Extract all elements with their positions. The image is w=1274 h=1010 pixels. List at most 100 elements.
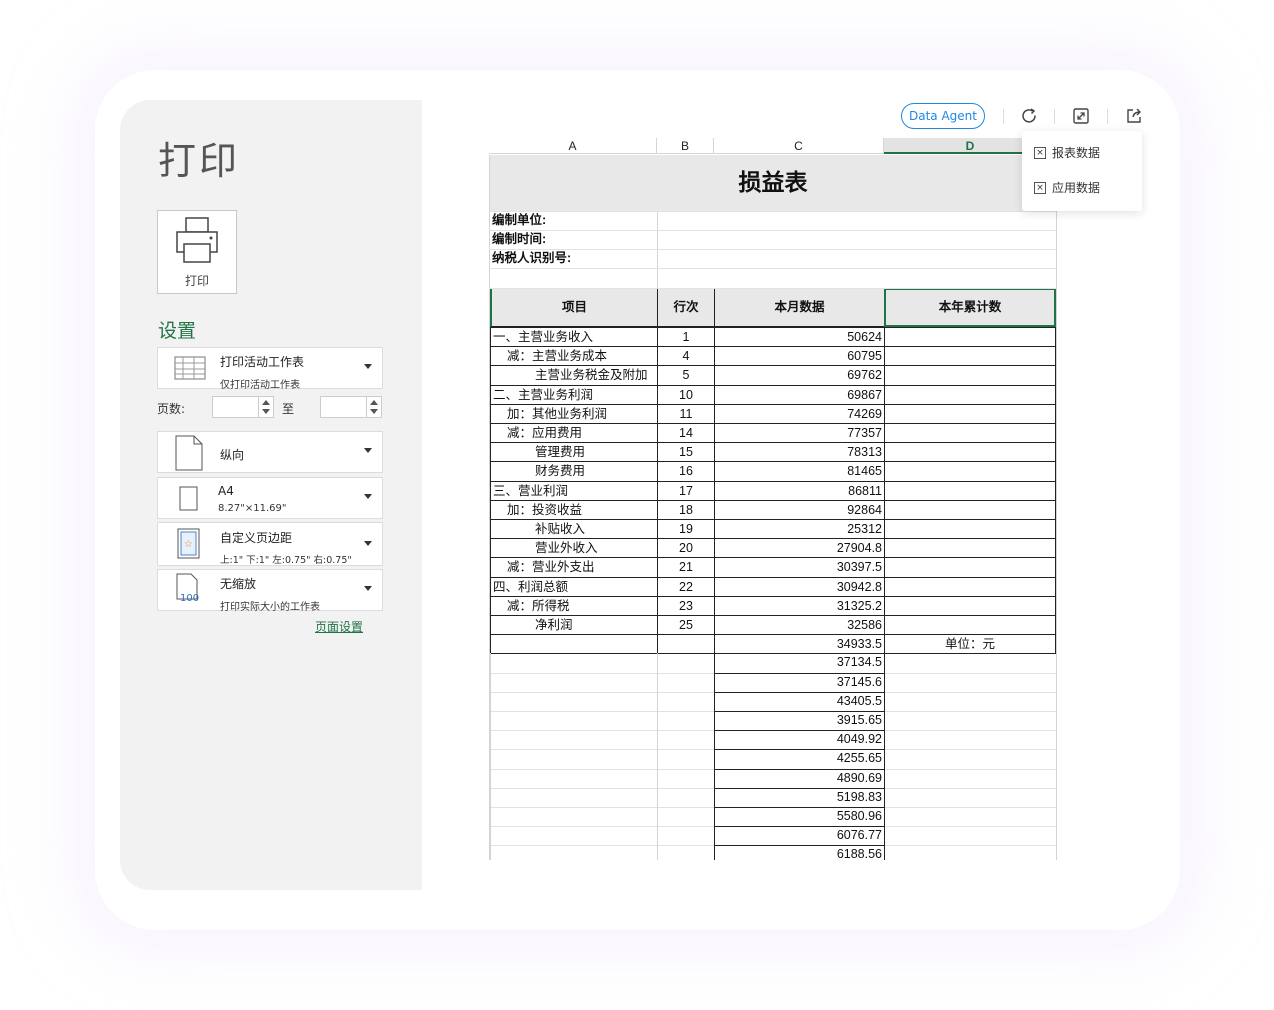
data-agent-button[interactable]: Data Agent <box>901 103 985 129</box>
row-item: 加：其他业务利润 <box>490 403 658 424</box>
row-ytd <box>884 538 1056 559</box>
row-line: 20 <box>657 538 715 559</box>
menu-item-report-data[interactable]: × 报表数据 <box>1034 144 1100 162</box>
expand-icon[interactable] <box>1071 106 1091 126</box>
paper-size-select[interactable]: A4 8.27"×11.69" <box>157 477 383 519</box>
pages-from-stepper[interactable] <box>212 396 274 418</box>
orientation-select[interactable]: 纵向 <box>157 431 383 473</box>
page-setup-link[interactable]: 页面设置 <box>315 618 363 635</box>
share-icon[interactable] <box>1124 106 1144 126</box>
column-header-b[interactable]: B <box>657 138 714 154</box>
row-month: 50624 <box>714 327 885 348</box>
gridline <box>489 787 714 789</box>
margins-select[interactable]: ☆ 自定义页边距 上:1" 下:1" 左:0.75" 右:0.75" <box>157 522 383 566</box>
column-header-c[interactable]: C <box>714 138 884 154</box>
stepper-up-icon[interactable] <box>370 400 378 405</box>
gridline <box>490 653 491 860</box>
row-ytd <box>884 327 1056 348</box>
chevron-down-icon <box>364 494 372 499</box>
gridline <box>884 711 1056 712</box>
row-ytd <box>884 519 1056 540</box>
chevron-down-icon <box>364 448 372 453</box>
extra-value: 3915.65 <box>714 711 885 732</box>
row-item: 主营业务税金及附加 <box>490 365 658 386</box>
settings-heading: 设置 <box>158 320 197 342</box>
row-ytd <box>884 615 1056 636</box>
pages-row: 页数: 至 <box>157 395 387 421</box>
pages-to-stepper[interactable] <box>320 396 382 418</box>
toolbar-divider <box>1054 109 1055 124</box>
row-item: 减：营业外支出 <box>490 557 658 578</box>
scaling-select[interactable]: 100 无缩放 打印实际大小的工作表 <box>157 569 383 613</box>
row-ytd <box>884 461 1056 482</box>
refresh-icon[interactable] <box>1019 106 1039 126</box>
row-ytd <box>884 480 1056 501</box>
menu-item-label: 报表数据 <box>1052 146 1101 160</box>
paper-title: A4 <box>218 484 234 498</box>
scaling-subtitle: 打印实际大小的工作表 <box>220 602 320 613</box>
row-item: 加：投资收益 <box>490 499 658 520</box>
row-ytd <box>884 423 1056 444</box>
scaling-icon-text: 100 <box>180 593 200 604</box>
margins-subtitle: 上:1" 下:1" 左:0.75" 右:0.75" <box>220 555 352 566</box>
chevron-down-icon <box>364 541 372 546</box>
gridline <box>884 749 1056 751</box>
gridline <box>884 691 1056 693</box>
row-month: 27904.8 <box>714 538 885 559</box>
row-line: 25 <box>657 615 715 636</box>
row-ytd <box>884 557 1056 578</box>
row-item: 补贴收入 <box>490 519 658 540</box>
menu-item-app-data[interactable]: × 应用数据 <box>1034 179 1100 197</box>
gridline <box>489 249 1056 250</box>
row-month: 81465 <box>714 461 885 482</box>
row-ytd <box>884 403 1056 424</box>
gridline <box>489 211 1056 212</box>
excel-file-icon: × <box>1034 181 1046 194</box>
row-item: 营业外收入 <box>490 538 658 559</box>
unit-row-line <box>657 634 715 655</box>
header-item: 项目 <box>490 288 658 327</box>
sheet-preview: A B C D 损益表 编制单位: 编制时间: 纳税人识别号: 项目 行次 本月… <box>489 138 1155 860</box>
row-ytd <box>884 499 1056 520</box>
row-item: 财务费用 <box>490 461 658 482</box>
print-range-select[interactable]: 打印活动工作表 仅打印活动工作表 <box>157 347 383 391</box>
row-item: 减：主营业务成本 <box>490 346 658 367</box>
row-ytd <box>884 384 1056 405</box>
gridline <box>1056 155 1057 860</box>
row-month: 30397.5 <box>714 557 885 578</box>
row-line: 18 <box>657 499 715 520</box>
gridline <box>884 845 1056 847</box>
row-line: 1 <box>657 327 715 348</box>
extra-value: 4049.92 <box>714 730 885 751</box>
orientation-title: 纵向 <box>220 448 245 462</box>
row-line: 11 <box>657 403 715 424</box>
row-item: 一、主营业务收入 <box>490 327 658 348</box>
row-ytd <box>884 346 1056 367</box>
stepper-down-icon[interactable] <box>262 409 270 414</box>
print-dialog: 打印 打印 设置 打印活动工作表 仅打印活动工作表 页数: 至 纵向 A4 8.… <box>120 100 1155 890</box>
extra-value: 37145.6 <box>714 672 885 693</box>
print-button[interactable]: 打印 <box>157 210 237 294</box>
row-item: 三、营业利润 <box>490 480 658 501</box>
column-header-a[interactable]: A <box>489 138 657 154</box>
row-month: 92864 <box>714 499 885 520</box>
paper-icon <box>179 486 198 511</box>
row-line: 17 <box>657 480 715 501</box>
row-month: 31325.2 <box>714 595 885 616</box>
meta-period: 编制时间: <box>492 232 547 246</box>
print-range-title: 打印活动工作表 <box>220 355 305 369</box>
stepper-up-icon[interactable] <box>262 400 270 405</box>
stepper-down-icon[interactable] <box>370 409 378 414</box>
row-month: 30942.8 <box>714 576 885 597</box>
print-button-label: 打印 <box>184 274 209 288</box>
gridline <box>884 787 1056 789</box>
chevron-down-icon <box>364 364 372 369</box>
unit-row-item <box>490 634 658 655</box>
header-ytd[interactable]: 本年累计数 <box>884 288 1056 327</box>
print-settings-panel: 打印 打印 设置 打印活动工作表 仅打印活动工作表 页数: 至 纵向 A4 8.… <box>120 100 422 890</box>
row-month: 74269 <box>714 403 885 424</box>
print-preview-panel: Data Agent A B C D 损益表 编制单位: 编制时间: 纳税人识别… <box>422 100 1155 890</box>
row-month: 78313 <box>714 442 885 463</box>
toolbar-divider <box>1107 109 1108 124</box>
row-month: 60795 <box>714 346 885 367</box>
